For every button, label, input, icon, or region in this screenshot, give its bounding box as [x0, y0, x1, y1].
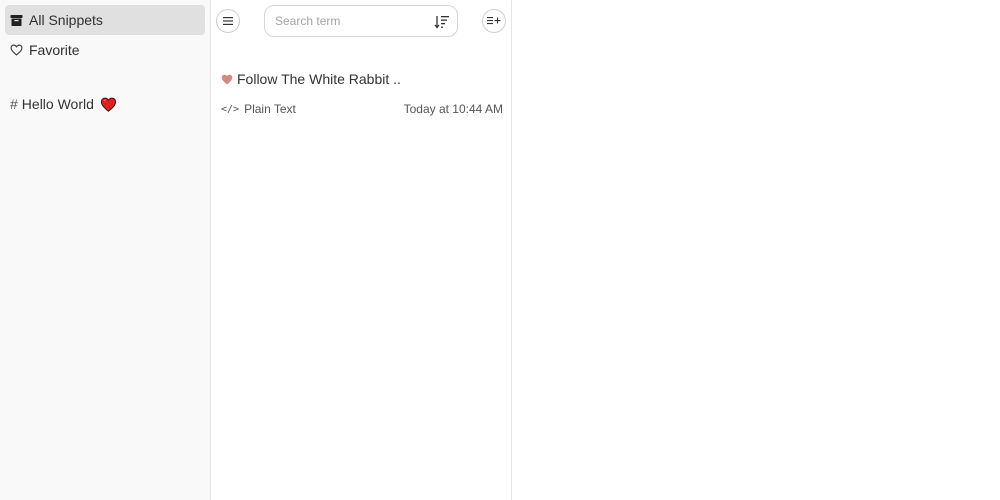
tag-item-hello-world[interactable]: # Hello World	[10, 94, 117, 114]
snippet-timestamp: Today at 10:44 AM	[403, 102, 503, 116]
snippet-list-pane: Follow The White Rabbit .. </> Plain Tex…	[211, 0, 512, 500]
sidebar-item-all-snippets[interactable]: All Snippets	[5, 5, 205, 35]
snippet-title-text: Follow The White Rabbit ..	[237, 71, 401, 87]
sidebar: All Snippets Favorite # Hello World	[0, 0, 211, 500]
tag-label: Hello World	[21, 96, 94, 112]
snippet-language: </> Plain Text	[221, 102, 296, 116]
favorite-heart-icon	[221, 74, 233, 85]
red-heart-icon	[100, 97, 117, 112]
menu-button[interactable]	[216, 9, 240, 33]
heart-outline-icon	[9, 43, 23, 57]
sort-descending-icon[interactable]	[434, 14, 450, 30]
app-window: All Snippets Favorite # Hello World Sear…	[0, 0, 1000, 500]
snippet-list-item[interactable]: Follow The White Rabbit .. </> Plain Tex…	[211, 64, 511, 124]
sidebar-item-label: All Snippets	[29, 12, 103, 28]
snippet-language-text: Plain Text	[244, 102, 296, 116]
hamburger-menu-icon	[223, 12, 233, 30]
code-icon: </>	[221, 103, 240, 115]
add-snippet-icon	[487, 12, 501, 30]
archive-box-icon	[9, 13, 23, 27]
search-input[interactable]	[275, 14, 425, 28]
editor-pane	[512, 0, 1000, 500]
hash-icon: #	[10, 96, 18, 112]
sidebar-item-favorite[interactable]: Favorite	[5, 35, 205, 65]
snippet-title: Follow The White Rabbit ..	[221, 71, 401, 87]
add-snippet-button[interactable]	[482, 9, 506, 33]
sidebar-item-label: Favorite	[29, 42, 80, 58]
search-box	[264, 5, 458, 37]
